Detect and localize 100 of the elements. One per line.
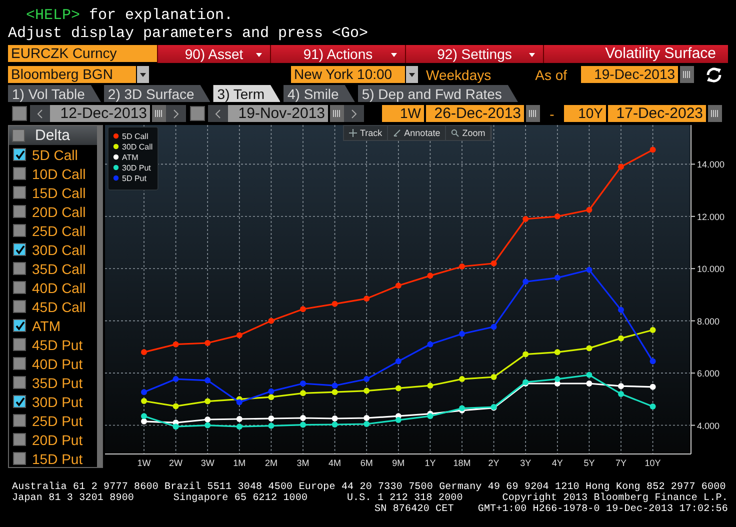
data-point	[141, 349, 147, 356]
as-of-date-field[interactable]: 19-Dec-2013	[581, 66, 678, 83]
delta-label[interactable]: 20D Put	[32, 432, 83, 448]
delta-label[interactable]: 20D Call	[32, 204, 86, 220]
schedule-label: Weekdays	[426, 66, 492, 82]
tab[interactable]: 3) Term	[213, 85, 280, 102]
delta-label[interactable]: 35D Call	[32, 260, 86, 276]
checkbox[interactable]	[13, 319, 26, 332]
data-point	[364, 296, 370, 302]
delta-label[interactable]: 25D Put	[32, 412, 83, 428]
x-tick-label: 18M	[453, 458, 471, 468]
data-point	[300, 390, 306, 396]
tab[interactable]: 1) Vol Table	[8, 85, 101, 102]
compare-date-field[interactable]: 12-Dec-2013	[50, 105, 150, 122]
checkbox[interactable]	[13, 376, 26, 389]
compare-date-field[interactable]: 19-Nov-2013	[228, 105, 328, 122]
checkbox[interactable]	[13, 433, 26, 446]
start-tenor-field[interactable]: 1W	[382, 105, 424, 122]
end-tenor-field[interactable]: 10Y	[564, 105, 606, 122]
checkbox[interactable]	[13, 243, 26, 256]
data-point	[522, 278, 529, 285]
data-point	[364, 388, 370, 394]
checkbox[interactable]	[13, 338, 26, 351]
dropdown-button[interactable]	[406, 66, 418, 83]
menu-button[interactable]: 92) Settings	[405, 44, 543, 62]
dropdown-button[interactable]	[137, 66, 149, 83]
footer-text: Copyright 2013 Bloomberg Finance L.P.	[502, 493, 728, 504]
calendar-icon[interactable]	[680, 66, 694, 83]
checkbox[interactable]	[13, 224, 26, 237]
y-tick-label: 10.000	[697, 264, 725, 274]
delta-label[interactable]: 35D Put	[32, 374, 83, 390]
checkbox[interactable]	[13, 167, 26, 180]
chevron-left-icon	[215, 108, 221, 118]
delta-label[interactable]: 10D Call	[32, 166, 86, 182]
data-point	[300, 380, 306, 386]
checkbox[interactable]	[13, 281, 26, 294]
data-point	[650, 384, 656, 390]
x-tick-label: 3W	[200, 458, 214, 468]
x-tick-label: 6M	[360, 458, 373, 468]
delta-label[interactable]: 15D Call	[32, 184, 86, 200]
data-point	[618, 306, 624, 313]
checkbox[interactable]	[12, 106, 27, 121]
delta-label[interactable]: 30D Put	[32, 394, 83, 410]
previous-button[interactable]	[30, 105, 50, 122]
checkbox[interactable]	[13, 414, 26, 427]
checkbox[interactable]	[13, 357, 26, 370]
delta-label[interactable]: 40D Call	[32, 280, 86, 296]
x-tick-label: 4M	[328, 458, 342, 468]
next-button[interactable]	[344, 105, 364, 122]
data-point	[554, 349, 560, 356]
delta-label[interactable]: 25D Call	[32, 222, 86, 238]
delta-label[interactable]: 30D Call	[32, 242, 86, 258]
checkbox[interactable]	[13, 186, 26, 199]
data-point	[522, 216, 529, 222]
data-point	[172, 403, 179, 410]
x-tick-label: 4Y	[552, 458, 563, 468]
checkbox[interactable]	[13, 452, 26, 465]
previous-button[interactable]	[208, 105, 228, 122]
data-point	[522, 351, 529, 358]
delta-label[interactable]: 45D Call	[32, 298, 86, 314]
tab[interactable]: 2) 3D Surface	[104, 85, 210, 102]
checkbox[interactable]	[13, 395, 26, 408]
delta-label[interactable]: ATM	[32, 318, 61, 334]
caret-icon	[140, 72, 146, 76]
checkbox[interactable]	[190, 106, 205, 121]
y-tick-label: 12.000	[697, 212, 725, 222]
scrollbar[interactable]	[97, 126, 102, 467]
data-point	[586, 266, 592, 273]
source-field[interactable]: Bloomberg BGN	[8, 66, 136, 83]
checkbox[interactable]	[13, 205, 26, 218]
footer-text: Singapore 65 6212 1000	[173, 493, 308, 504]
delta-label[interactable]: 5D Call	[32, 146, 78, 162]
checkbox[interactable]	[13, 300, 26, 313]
tab[interactable]: 5) Dep and Fwd Rates	[358, 85, 518, 102]
delta-label[interactable]: 15D Put	[32, 450, 83, 466]
menu-button[interactable]: 90) Asset	[157, 44, 270, 62]
menu-button[interactable]: 91) Actions	[270, 44, 405, 62]
data-point	[650, 326, 656, 333]
data-point	[459, 330, 465, 337]
end-date-field[interactable]: 17-Dec-2023	[608, 105, 706, 122]
data-point	[650, 146, 656, 153]
footer-text: Japan 81 3 3201 8900	[12, 493, 134, 504]
start-date-field[interactable]: 26-Dec-2013	[426, 105, 524, 122]
next-button[interactable]	[166, 105, 186, 122]
data-point	[268, 318, 274, 324]
delta-label[interactable]: 45D Put	[32, 336, 83, 352]
x-tick-label: 7Y	[616, 458, 626, 468]
tab[interactable]: 4) Smile	[283, 85, 355, 102]
crosshair-icon	[349, 129, 357, 137]
checkbox[interactable]	[13, 262, 26, 275]
footer-text: GMT+1:00 H266-1978-0 19-Dec-2013 17:02:56	[478, 504, 728, 515]
caret-icon	[409, 72, 415, 76]
checkbox[interactable]	[12, 129, 25, 142]
delta-label[interactable]: 40D Put	[32, 356, 83, 372]
security-field[interactable]: EURCZK Curncy	[8, 45, 157, 62]
checkbox[interactable]	[13, 148, 26, 161]
time-field[interactable]: New York 10:00	[291, 66, 405, 83]
data-point	[554, 213, 560, 220]
caret-icon	[391, 52, 397, 56]
refresh-icon[interactable]	[705, 66, 724, 82]
